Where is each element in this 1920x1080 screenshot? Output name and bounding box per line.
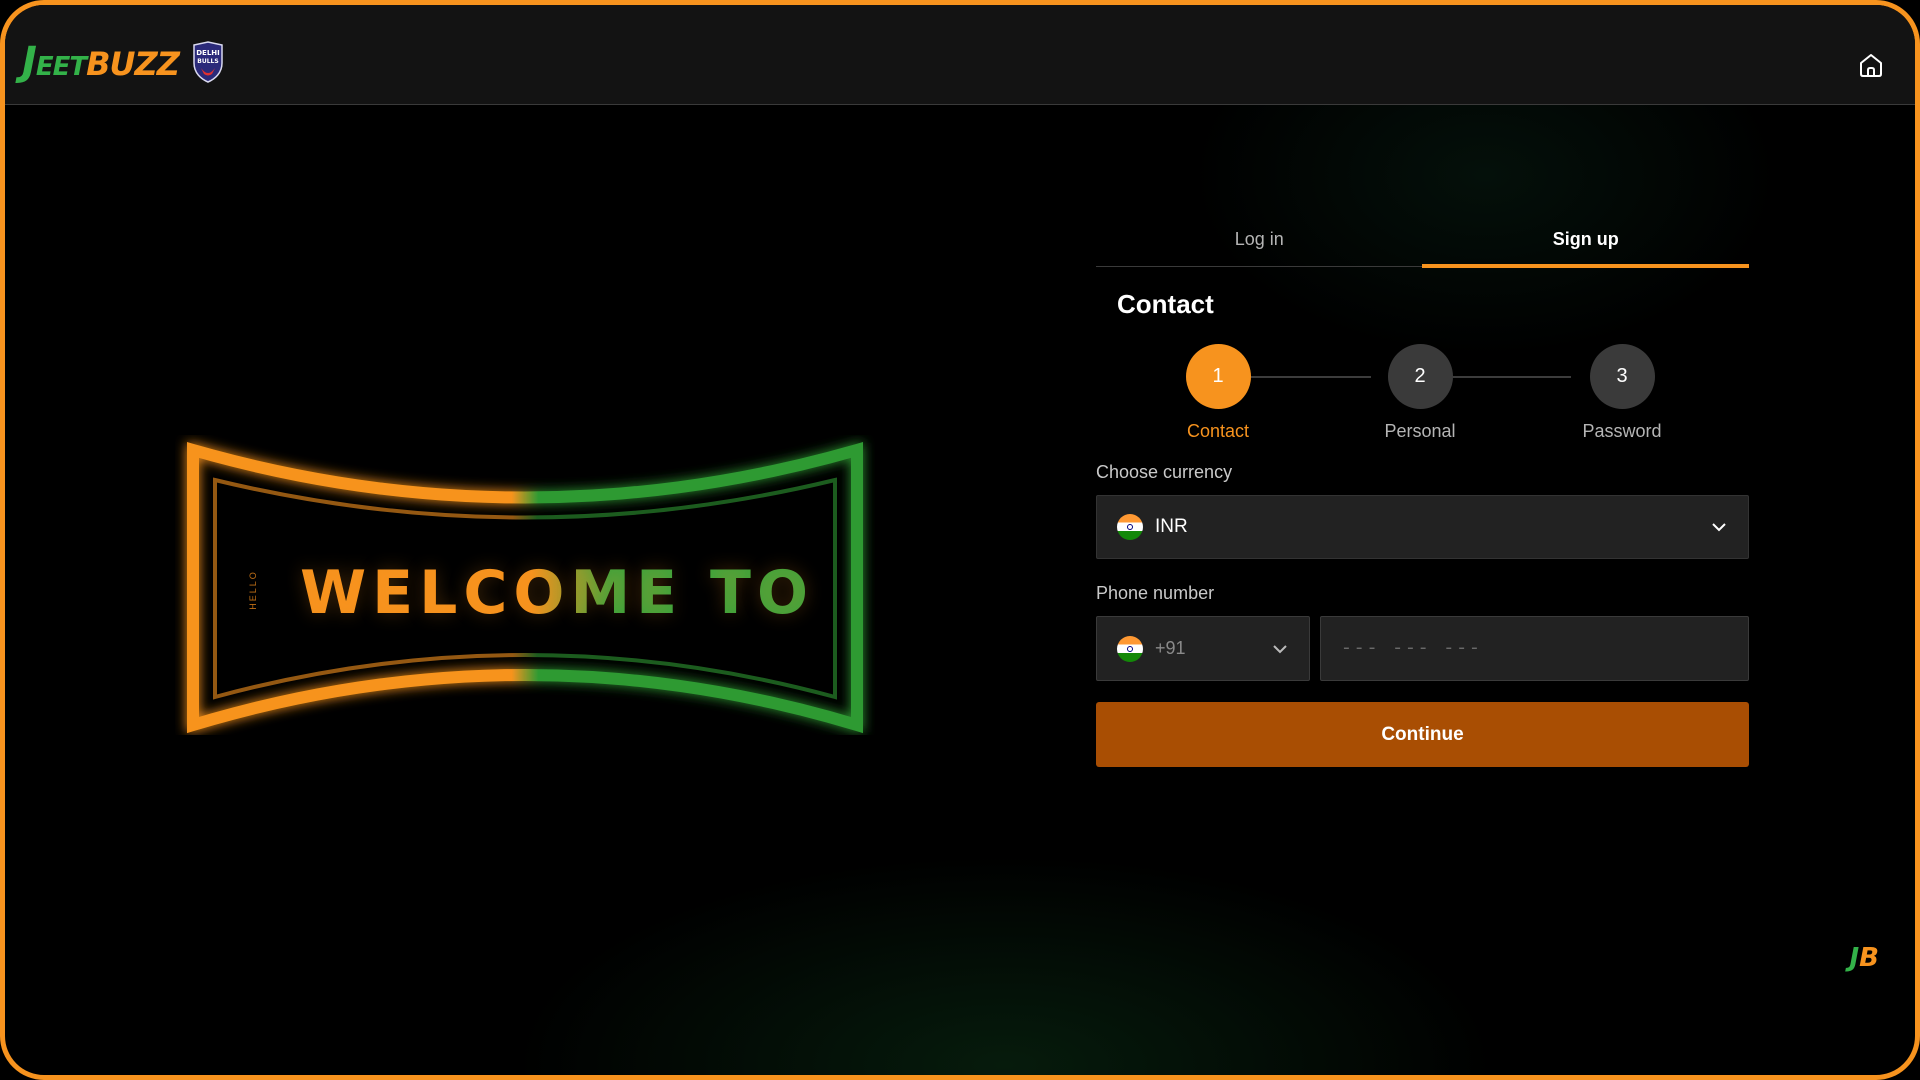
step-contact: 1 Contact [1148, 344, 1288, 442]
step-label: Personal [1384, 421, 1456, 441]
chevron-down-icon [1273, 644, 1287, 653]
tab-log-in[interactable]: Log in [1096, 212, 1423, 266]
section-title: Contact [1117, 289, 1214, 319]
logo-wordmark: JEETBUZZ [22, 39, 180, 85]
step-label: Contact [1186, 421, 1250, 441]
jb-corner-logo: JB [1849, 943, 1879, 973]
home-icon [1860, 54, 1882, 77]
jeetbuzz-logo[interactable]: JEETBUZZ DELHI BULLS [22, 39, 225, 85]
step-password: 3 Password [1552, 344, 1692, 442]
india-flag-icon [1117, 635, 1143, 662]
delhi-bulls-badge: DELHI BULLS [193, 41, 223, 83]
currency-value: INR [1155, 516, 1188, 537]
hello-text: HELLO [247, 570, 258, 610]
home-button[interactable] [1855, 49, 1887, 81]
app-frame: JEETBUZZ DELHI BULLS WELCOME TO HELLO Lo… [0, 0, 1920, 1080]
india-flag-icon [1117, 514, 1143, 540]
welcome-banner: WELCOME TO HELLO [175, 435, 875, 735]
signup-stepper: 1 Contact 2 Personal 3 Password [1096, 344, 1749, 456]
country-code-value: +91 [1155, 638, 1186, 658]
active-tab-indicator [1422, 264, 1749, 268]
currency-select[interactable]: INR [1096, 495, 1749, 559]
phone-label: Phone number [1096, 583, 1215, 603]
step-number: 2 [1387, 344, 1453, 409]
chevron-down-icon [1712, 523, 1726, 532]
auth-panel: Log in Sign up Contact 1 Contact 2 Perso… [1096, 212, 1749, 767]
tab-sign-up[interactable]: Sign up [1423, 212, 1750, 266]
currency-label: Choose currency [1096, 462, 1233, 482]
top-bar: JEETBUZZ DELHI BULLS [5, 5, 1915, 105]
country-code-select[interactable]: +91 [1096, 616, 1310, 681]
svg-text:DELHI: DELHI [196, 49, 220, 57]
step-number: 3 [1589, 344, 1655, 409]
svg-text:BULLS: BULLS [197, 58, 218, 65]
phone-number-input[interactable] [1320, 616, 1749, 681]
auth-tabs: Log in Sign up [1096, 212, 1750, 268]
step-number: 1 [1185, 344, 1251, 409]
step-personal: 2 Personal [1350, 344, 1490, 442]
welcome-text: WELCOME TO [300, 558, 814, 628]
step-label: Password [1582, 421, 1662, 441]
phone-row: +91 [1096, 616, 1749, 681]
continue-button[interactable]: Continue [1096, 702, 1749, 767]
